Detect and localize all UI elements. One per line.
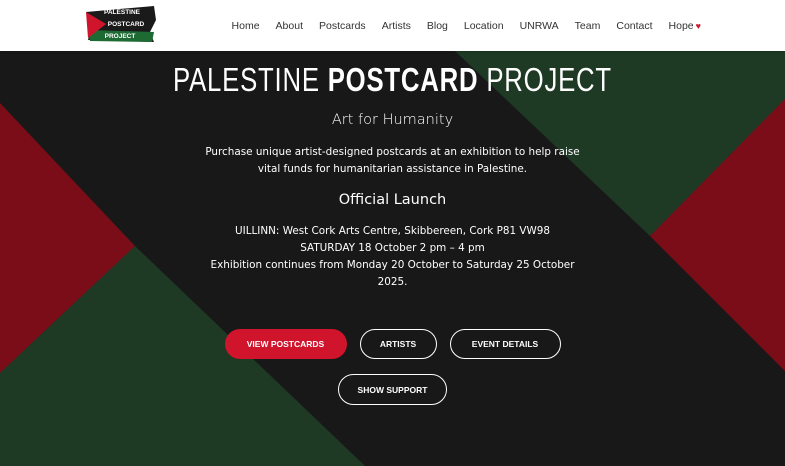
nav-home[interactable]: Home (232, 20, 260, 32)
hero-content: PALESTINE POSTCARD PROJECT Art for Human… (0, 51, 785, 291)
nav-blog[interactable]: Blog (427, 20, 448, 32)
title-project: PROJECT (486, 61, 612, 98)
logo-text-palestine: PALESTINE (104, 9, 141, 16)
artists-button[interactable]: ARTISTS (359, 329, 437, 359)
nav-unrwa[interactable]: UNRWA (520, 20, 559, 32)
nav-location[interactable]: Location (464, 20, 504, 32)
hero-description: Purchase unique artist-designed postcard… (205, 146, 580, 175)
event-continues: Exhibition continues from Monday 20 Octo… (210, 259, 575, 288)
logo-text-project: PROJECT (105, 33, 136, 40)
site-header: PALESTINE POSTCARD PROJECT Home About Po… (0, 0, 785, 51)
event-venue: UILLINN: West Cork Arts Centre, Skibbere… (235, 225, 550, 237)
logo-text-postcard: POSTCARD (108, 21, 145, 28)
nav-team[interactable]: Team (575, 20, 601, 32)
nav-contact[interactable]: Contact (616, 20, 652, 32)
title-palestine: PALESTINE (173, 61, 320, 98)
event-date: SATURDAY 18 October 2 pm – 4 pm (300, 242, 485, 254)
nav-artists[interactable]: Artists (382, 20, 411, 32)
show-support-button[interactable]: SHOW SUPPORT (338, 374, 447, 405)
hero-subtitle: Art for Humanity (331, 112, 454, 128)
event-details-button[interactable]: EVENT DETAILS (449, 329, 561, 359)
main-nav: Home About Postcards Artists Blog Locati… (216, 0, 701, 51)
site-logo[interactable]: PALESTINE POSTCARD PROJECT (84, 2, 158, 44)
title-postcard: POSTCARD (327, 61, 479, 98)
launch-heading: Official Launch (338, 192, 447, 208)
nav-about[interactable]: About (276, 20, 303, 32)
view-postcards-button[interactable]: VIEW POSTCARDS (224, 329, 347, 359)
nav-postcards[interactable]: Postcards (319, 20, 366, 32)
nav-hope-label: Hope (668, 19, 694, 32)
hero-buttons: VIEW POSTCARDS ARTISTS EVENT DETAILS (0, 329, 785, 359)
page-title: PALESTINE POSTCARD PROJECT (86, 61, 698, 99)
nav-hope[interactable]: Hope ♥ (669, 20, 701, 32)
event-info: UILLINN: West Cork Arts Centre, Skibbere… (203, 223, 583, 291)
heart-icon: ♥ (695, 20, 701, 31)
